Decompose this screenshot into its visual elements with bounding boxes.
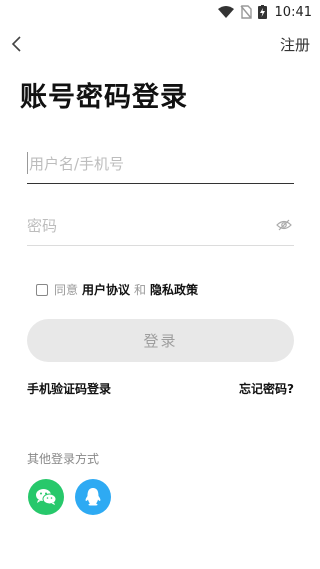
text-cursor — [27, 152, 28, 174]
sms-login-link[interactable]: 手机验证码登录 — [27, 380, 111, 397]
page-title: 账号密码登录 — [20, 82, 188, 113]
user-agreement-link[interactable]: 用户协议 — [82, 281, 130, 298]
qq-penguin-icon — [85, 488, 101, 506]
toggle-password-visibility-button[interactable] — [276, 217, 292, 233]
privacy-policy-link[interactable]: 隐私政策 — [150, 281, 198, 298]
qq-login-button[interactable] — [75, 479, 111, 515]
password-input[interactable] — [27, 206, 294, 245]
wifi-icon — [217, 6, 234, 18]
register-button[interactable]: 注册 — [280, 34, 310, 55]
agreement-row: 同意 用户协议 和 隐私政策 — [36, 281, 202, 298]
agreement-prefix: 同意 — [54, 283, 79, 297]
back-button[interactable] — [6, 32, 30, 56]
wechat-icon — [36, 489, 57, 505]
top-nav: 注册 — [0, 28, 320, 60]
other-login-label: 其他登录方式 — [27, 452, 100, 466]
eye-off-icon — [276, 219, 292, 231]
status-time: 10:41 — [274, 4, 312, 20]
agreement-and: 和 — [134, 283, 147, 297]
forgot-password-link[interactable]: 忘记密码? — [239, 380, 294, 397]
battery-charging-icon — [257, 5, 267, 19]
chevron-left-icon — [11, 36, 21, 52]
login-screen: 10:41 注册 账号密码登录 同意 用户协议 和 隐私政策 — [0, 0, 320, 569]
status-bar: 10:41 — [0, 0, 320, 24]
username-input[interactable] — [27, 144, 294, 183]
no-sim-icon — [239, 5, 252, 19]
password-field — [27, 206, 294, 246]
login-button[interactable]: 登录 — [27, 319, 294, 362]
wechat-login-button[interactable] — [28, 479, 64, 515]
agreement-checkbox[interactable] — [36, 283, 48, 296]
username-field — [27, 144, 294, 184]
